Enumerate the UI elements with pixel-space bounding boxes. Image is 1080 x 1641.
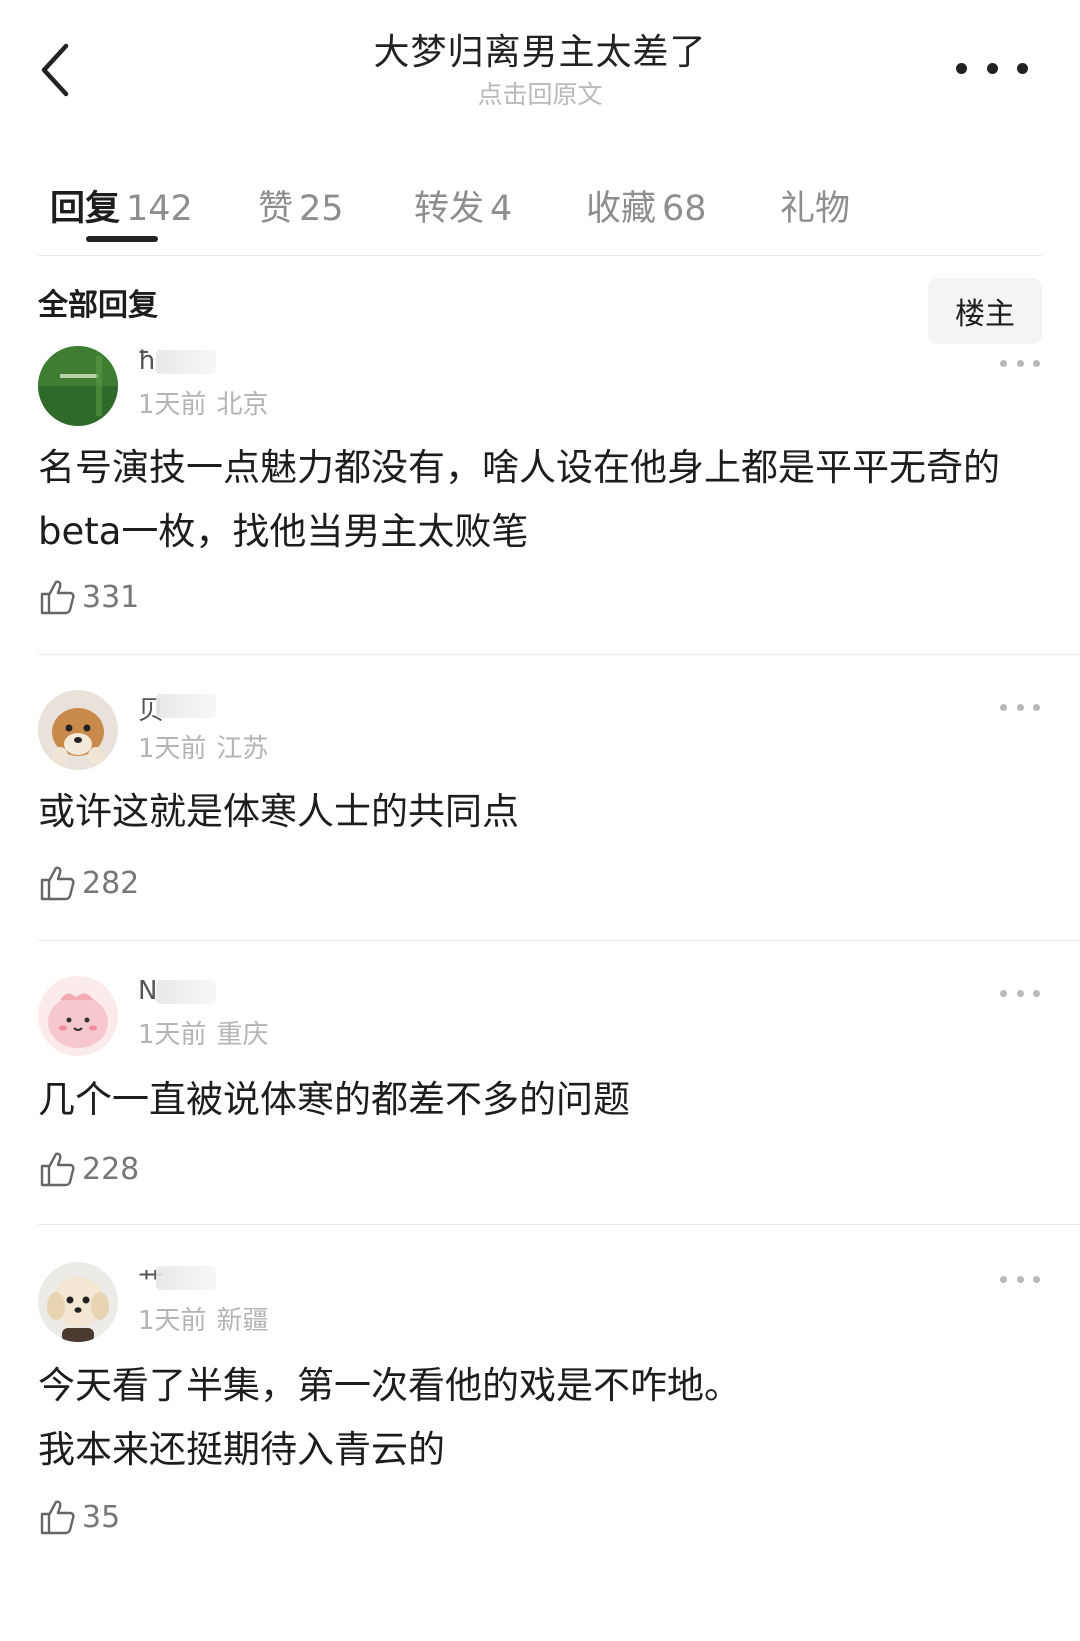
- comment-meta: 1天前 新疆: [138, 1306, 269, 1336]
- comment-more-button[interactable]: [1000, 1264, 1040, 1294]
- username-blur: [156, 350, 216, 374]
- view-original-link[interactable]: 点击回原文: [240, 78, 840, 112]
- tab-favorites[interactable]: 收藏 68: [586, 180, 707, 231]
- back-button[interactable]: [30, 30, 80, 110]
- avatar[interactable]: [38, 976, 118, 1056]
- dot-icon: [1016, 989, 1024, 997]
- tab-gifts[interactable]: 礼物: [780, 180, 856, 231]
- comment-meta: 1天前 重庆: [138, 1020, 269, 1050]
- divider: [38, 1224, 1080, 1225]
- like-button[interactable]: 331: [38, 578, 139, 616]
- comment-text: 名号演技一点魅力都没有，啥人设在他身上都是平平无奇的beta一枚，找他当男主太败…: [38, 446, 1000, 553]
- tab-likes[interactable]: 赞 25: [258, 180, 344, 231]
- green-poster-avatar-icon: [38, 346, 118, 426]
- dot-icon: [1016, 703, 1024, 711]
- dot-icon: [1033, 1275, 1040, 1283]
- dot-icon: [986, 62, 998, 74]
- thumbs-up-icon: [40, 866, 75, 901]
- username[interactable]: 艹: [138, 1264, 218, 1298]
- comment-text-line: 我本来还挺期待入青云的: [38, 1428, 445, 1471]
- pink-blob-avatar-icon: [38, 976, 118, 1056]
- post-title: 大梦归离男主太差了: [373, 32, 707, 73]
- more-options-button[interactable]: [956, 50, 1028, 86]
- like-count: 228: [82, 1151, 140, 1187]
- thumbs-up-icon: [40, 580, 75, 615]
- dot-icon: [1016, 1275, 1024, 1283]
- divider: [38, 654, 1080, 655]
- username-blur: [156, 980, 216, 1004]
- comment-text: 几个一直被说体寒的都差不多的问题: [38, 1078, 630, 1121]
- like-button[interactable]: 282: [38, 864, 139, 902]
- avatar[interactable]: [38, 1262, 118, 1342]
- username-blur: [156, 694, 216, 718]
- comment-text: 今天看了半集，第一次看他的戏是不咋地。 我本来还挺期待入青云的: [38, 1354, 1042, 1482]
- avatar[interactable]: [38, 690, 118, 770]
- comment-more-button[interactable]: [1000, 692, 1040, 722]
- comment-meta: 1天前 北京: [138, 390, 269, 420]
- tab-reposts[interactable]: 转发 4: [414, 180, 512, 231]
- avatar[interactable]: [38, 346, 118, 426]
- thumbs-up-icon: [40, 1152, 75, 1187]
- username[interactable]: 贝: [138, 692, 218, 726]
- comment-text-line: 今天看了半集，第一次看他的戏是不咋地。: [38, 1364, 741, 1407]
- dot-icon: [1000, 989, 1007, 997]
- like-count: 282: [82, 865, 140, 901]
- username[interactable]: N: [138, 976, 218, 1008]
- username-blur: [156, 1266, 216, 1290]
- owner-filter-button[interactable]: 楼主: [928, 278, 1042, 344]
- like-count: 331: [82, 579, 140, 615]
- dot-icon: [1000, 703, 1007, 711]
- dot-icon: [1016, 359, 1024, 367]
- title-block: 大梦归离男主太差了 点击回原文: [240, 30, 840, 112]
- like-count: 35: [82, 1499, 121, 1535]
- dot-icon: [1000, 1275, 1007, 1283]
- dot-icon: [1033, 703, 1040, 711]
- active-tab-indicator: [86, 236, 158, 242]
- dot-icon: [1000, 359, 1007, 367]
- shiba-dog-avatar-icon: [38, 690, 118, 770]
- divider: [38, 940, 1080, 941]
- comment-more-button[interactable]: [1000, 348, 1040, 378]
- thumbs-up-icon: [40, 1500, 75, 1535]
- like-button[interactable]: 35: [38, 1498, 120, 1536]
- dot-icon: [956, 62, 967, 74]
- username[interactable]: ħ: [138, 346, 218, 378]
- all-replies-heading: 全部回复: [38, 288, 158, 323]
- comment-meta: 1天前 江苏: [138, 734, 269, 764]
- dot-icon: [1017, 62, 1028, 74]
- tab-replies[interactable]: 回复 142: [50, 180, 193, 231]
- tab-bar: 回复 142 赞 25 转发 4 收藏 68 礼物: [38, 170, 1042, 256]
- comment-text: 或许这就是体寒人士的共同点: [38, 790, 519, 833]
- poodle-dog-avatar-icon: [38, 1262, 118, 1342]
- like-button[interactable]: 228: [38, 1150, 139, 1188]
- comment-more-button[interactable]: [1000, 978, 1040, 1008]
- dot-icon: [1033, 359, 1040, 367]
- dot-icon: [1033, 989, 1040, 997]
- top-bar: 大梦归离男主太差了 点击回原文: [0, 0, 1080, 130]
- chevron-left-icon: [41, 43, 69, 97]
